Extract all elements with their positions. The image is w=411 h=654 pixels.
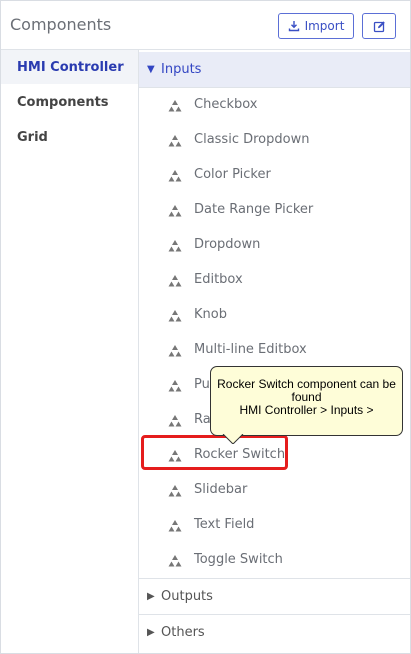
list-item-label: Ra: [194, 412, 211, 427]
import-button[interactable]: Import: [278, 13, 354, 39]
sidebar-item-label: Components: [17, 94, 109, 110]
component-icon: [168, 379, 182, 393]
component-icon: [168, 484, 182, 498]
component-icon: [168, 309, 182, 323]
edit-button[interactable]: [362, 13, 396, 39]
list-item-label: Color Picker: [194, 167, 271, 182]
list-item[interactable]: Text Field: [139, 508, 410, 543]
list-item-label: Editbox: [194, 272, 243, 287]
callout-tooltip: Rocker Switch component can be found HMI…: [210, 366, 403, 444]
component-icon: [168, 274, 182, 288]
download-icon: [288, 20, 300, 32]
list-item-label: Classic Dropdown: [194, 132, 310, 147]
component-icon: [168, 554, 182, 568]
group-label: Others: [161, 625, 205, 640]
group-outputs-header[interactable]: ▶ Outputs: [139, 578, 410, 614]
component-list: ▼ Inputs Checkbox Classic Dropdown Color…: [139, 50, 410, 653]
components-panel: Components Import HMI Controller Compone…: [0, 0, 411, 654]
sidebar-item-label: HMI Controller: [17, 59, 124, 75]
list-item[interactable]: Toggle Switch: [139, 543, 410, 578]
caret-down-icon: ▼: [147, 64, 155, 75]
list-item[interactable]: Knob: [139, 298, 410, 333]
component-icon: [168, 414, 182, 428]
callout-tail: [222, 434, 244, 444]
panel-title: Components: [10, 15, 112, 34]
list-item-label: Checkbox: [194, 97, 258, 112]
list-item[interactable]: Multi-line Editbox: [139, 333, 410, 368]
component-icon: [168, 519, 182, 533]
sidebar-item-hmi-controller[interactable]: HMI Controller: [1, 50, 138, 84]
highlight-box: [141, 435, 288, 470]
component-icon: [168, 344, 182, 358]
sidebar-item-components[interactable]: Components: [1, 85, 138, 119]
list-item-label: Text Field: [194, 517, 255, 532]
list-item[interactable]: Editbox: [139, 263, 410, 298]
list-item[interactable]: Dropdown: [139, 228, 410, 263]
import-button-label: Import: [304, 19, 345, 33]
caret-right-icon: ▶: [147, 591, 155, 602]
sidebar: HMI Controller Components Grid: [1, 50, 139, 653]
group-label: Outputs: [161, 589, 213, 604]
group-inputs-header[interactable]: ▼ Inputs: [139, 52, 410, 88]
sidebar-item-label: Grid: [17, 129, 48, 145]
list-item-label: Multi-line Editbox: [194, 342, 307, 357]
list-item-label: Slidebar: [194, 482, 248, 497]
list-item-label: Dropdown: [194, 237, 261, 252]
list-item[interactable]: Checkbox: [139, 88, 410, 123]
list-item-label: Toggle Switch: [194, 552, 283, 567]
edit-icon: [373, 20, 386, 33]
component-icon: [168, 169, 182, 183]
list-item[interactable]: Date Range Picker: [139, 193, 410, 228]
group-label: Inputs: [161, 62, 202, 77]
component-icon: [168, 99, 182, 113]
component-icon: [168, 204, 182, 218]
caret-right-icon: ▶: [147, 627, 155, 638]
list-item[interactable]: Color Picker: [139, 158, 410, 193]
list-item[interactable]: Classic Dropdown: [139, 123, 410, 158]
sidebar-item-grid[interactable]: Grid: [1, 120, 138, 154]
component-icon: [168, 239, 182, 253]
panel-header: Components Import: [1, 1, 410, 50]
list-item-label: Pu: [194, 377, 210, 392]
list-item[interactable]: Slidebar: [139, 473, 410, 508]
list-item-label: Knob: [194, 307, 227, 322]
component-icon: [168, 134, 182, 148]
group-others-header[interactable]: ▶ Others: [139, 614, 410, 650]
callout-line: HMI Controller > Inputs >: [239, 403, 374, 417]
list-item-label: Date Range Picker: [194, 202, 314, 217]
